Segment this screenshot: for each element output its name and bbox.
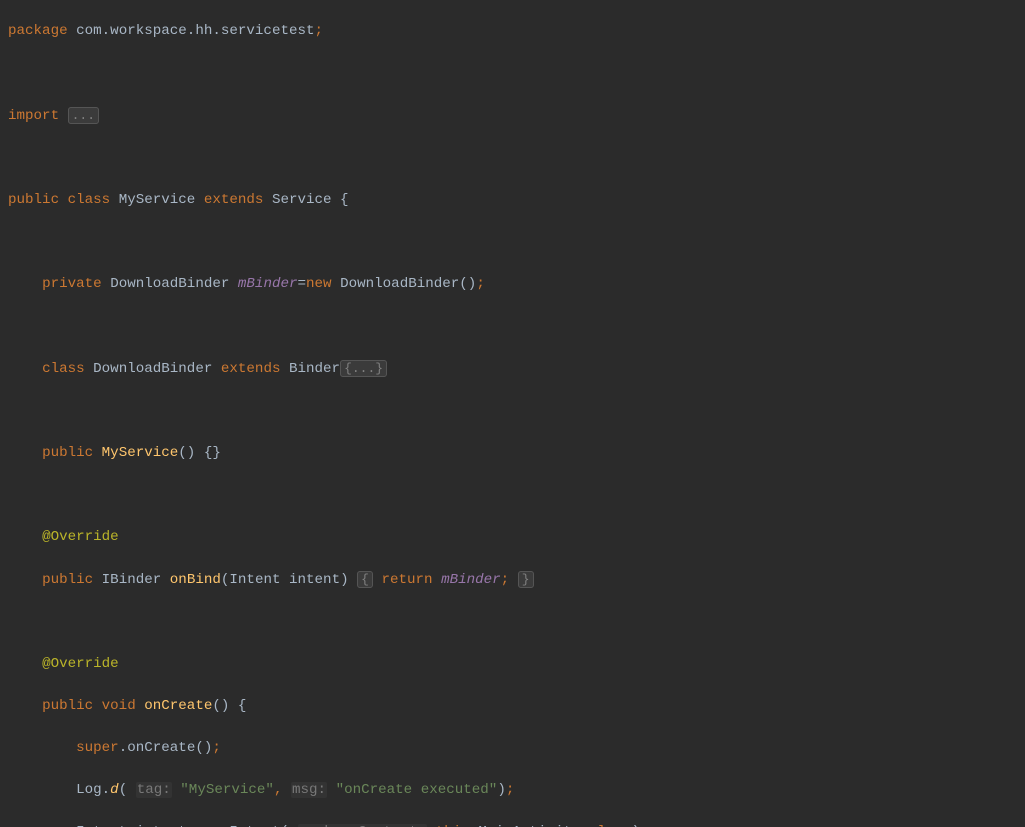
code-line: super.onCreate(); <box>0 738 1025 759</box>
code-line <box>0 485 1025 506</box>
code-line: import ... <box>0 105 1025 127</box>
fold-marker[interactable]: {...} <box>340 360 387 377</box>
code-line: @Override <box>0 527 1025 548</box>
code-line: public IBinder onBind(Intent intent) { r… <box>0 569 1025 591</box>
code-line <box>0 316 1025 337</box>
code-line <box>0 232 1025 253</box>
code-line: package com.workspace.hh.servicetest; <box>0 21 1025 42</box>
code-line: public class MyService extends Service { <box>0 190 1025 211</box>
code-line: public MyService() {} <box>0 443 1025 464</box>
code-line: public void onCreate() { <box>0 696 1025 717</box>
code-line <box>0 148 1025 169</box>
code-line: Intent intent=new Intent( packageContext… <box>0 822 1025 827</box>
code-line: Log.d( tag: "MyService", msg: "onCreate … <box>0 780 1025 801</box>
code-line <box>0 401 1025 422</box>
fold-marker[interactable]: ... <box>68 107 99 124</box>
code-line: private DownloadBinder mBinder=new Downl… <box>0 274 1025 295</box>
code-line <box>0 63 1025 84</box>
code-editor[interactable]: package com.workspace.hh.servicetest; im… <box>0 0 1025 827</box>
fold-marker[interactable]: } <box>518 571 534 588</box>
code-line <box>0 612 1025 633</box>
code-line: class DownloadBinder extends Binder{...} <box>0 358 1025 380</box>
fold-marker[interactable]: { <box>357 571 373 588</box>
code-line: @Override <box>0 654 1025 675</box>
